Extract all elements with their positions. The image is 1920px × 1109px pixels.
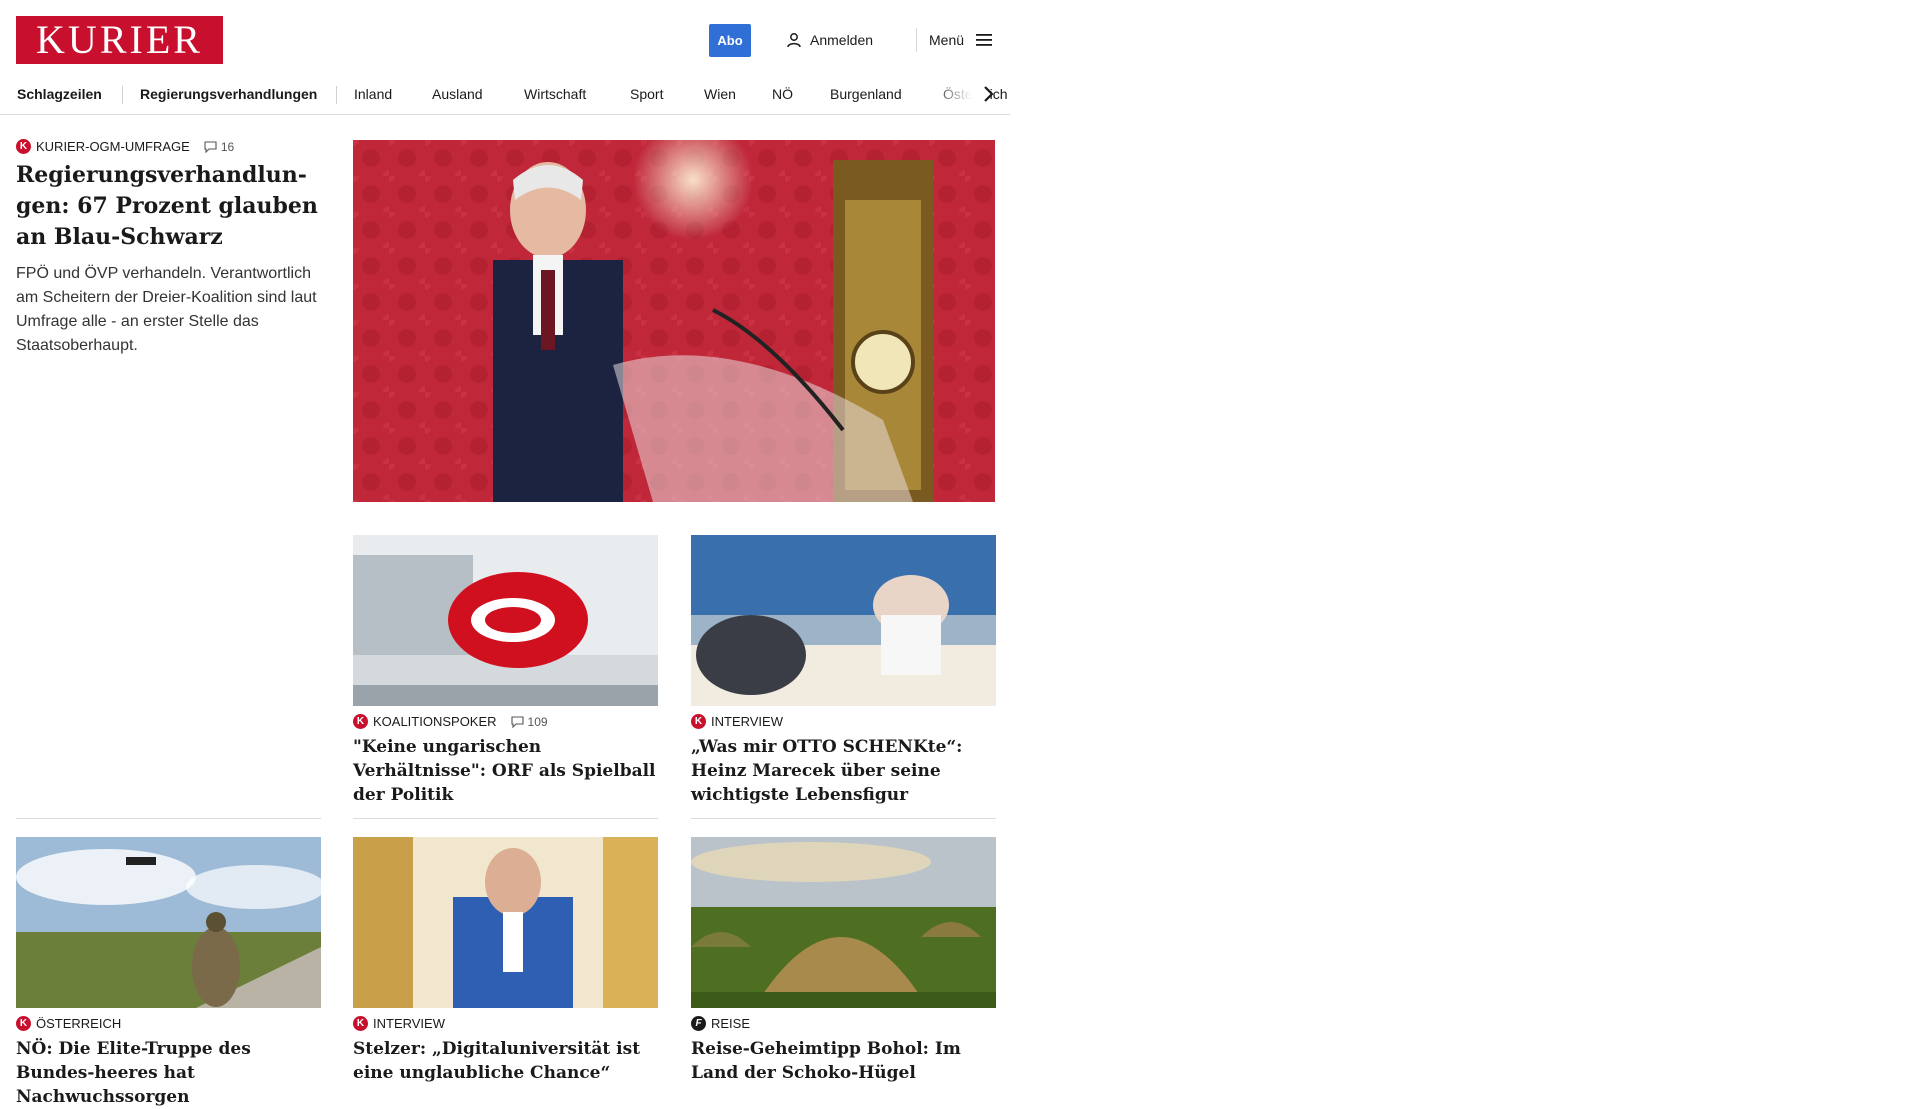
freizeit-badge-icon: f — [691, 1016, 706, 1031]
nav-item-regierungsverhandlungen[interactable]: Regierungsverhandlungen — [140, 74, 317, 114]
login-label: Anmelden — [810, 32, 874, 48]
card-headline[interactable]: NÖ: Die Elite-Truppe des Bundes-heeres h… — [16, 1037, 321, 1109]
nav-item-ausland[interactable]: Ausland — [432, 74, 483, 114]
nav-divider — [336, 86, 337, 104]
kurier-badge-icon: K — [353, 1016, 368, 1031]
row-divider — [691, 818, 996, 819]
nav-item-inland[interactable]: Inland — [354, 74, 392, 114]
nav-item-schlagzeilen[interactable]: Schlagzeilen — [17, 74, 102, 114]
nav-item-noe[interactable]: NÖ — [772, 74, 793, 114]
card-kicker: K KOALITIONSPOKER 109 — [353, 714, 658, 729]
card-image — [353, 535, 658, 706]
stelzer-photo — [353, 837, 658, 1008]
card-image — [691, 535, 996, 706]
soldier-photo — [16, 837, 321, 1008]
card-kicker-label: KOALITIONSPOKER — [373, 714, 497, 729]
header-divider — [916, 28, 917, 52]
card-kicker: f REISE — [691, 1016, 996, 1031]
user-icon — [787, 33, 801, 48]
section-navigation: Schlagzeilen Regierungsverhandlungen Inl… — [0, 74, 1010, 115]
menu-label: Menü — [929, 32, 965, 48]
lead-kicker-label: KURIER-OGM-UMFRAGE — [36, 139, 190, 154]
kurier-badge-icon: K — [16, 1016, 31, 1031]
menu-button[interactable]: Menü — [929, 28, 994, 52]
comment-count-value: 16 — [220, 139, 235, 154]
row-divider — [353, 818, 658, 819]
kurier-badge-icon: K — [691, 714, 706, 729]
nav-item-sport[interactable]: Sport — [630, 74, 663, 114]
card-kicker: K INTERVIEW — [353, 1016, 658, 1031]
chevron-right-icon[interactable] — [976, 82, 1000, 106]
comment-icon — [510, 715, 524, 728]
card-image — [353, 837, 658, 1008]
lead-headline[interactable]: Regierungsverhandlun-gen: 67 Prozent gla… — [16, 160, 322, 253]
nav-item-wirtschaft[interactable]: Wirtschaft — [524, 74, 586, 114]
orf-building-photo — [353, 535, 658, 706]
lead-kicker: K KURIER-OGM-UMFRAGE 16 — [16, 139, 322, 154]
nav-item-burgenland[interactable]: Burgenland — [830, 74, 902, 114]
article-card-bohol[interactable]: f REISE Reise-Geheimtipp Bohol: Im Land … — [691, 837, 996, 1085]
article-card-orf[interactable]: K KOALITIONSPOKER 109 "Keine ungarischen… — [353, 535, 658, 807]
login-button[interactable]: Anmelden — [786, 28, 873, 52]
comment-count[interactable]: 16 — [204, 140, 234, 154]
abo-button[interactable]: Abo — [709, 24, 751, 57]
card-headline[interactable]: „Was mir OTTO SCHENKte“: Heinz Marecek ü… — [691, 735, 996, 807]
card-image — [691, 837, 996, 1008]
comment-count[interactable]: 109 — [510, 714, 548, 729]
lead-article[interactable]: K KURIER-OGM-UMFRAGE 16 Regierungsverhan… — [16, 139, 322, 358]
card-kicker-label: ÖSTERREICH — [36, 1016, 122, 1031]
card-image — [16, 837, 321, 1008]
page: KURIER Abo Anmelden Menü Schlagzeilen Re… — [0, 0, 1010, 1107]
chocolate-hills-photo — [691, 837, 996, 1008]
article-card-stelzer[interactable]: K INTERVIEW Stelzer: „Digitaluniversität… — [353, 837, 658, 1085]
comment-icon — [204, 140, 217, 153]
card-headline[interactable]: Stelzer: „Digitaluniversität ist eine un… — [353, 1037, 658, 1085]
row-divider — [16, 818, 321, 819]
card-kicker: K INTERVIEW — [691, 714, 996, 729]
lead-teaser: FPÖ und ÖVP verhandeln. Verantwortlich a… — [16, 265, 317, 354]
marecek-photo — [691, 535, 996, 706]
card-kicker: K ÖSTERREICH — [16, 1016, 321, 1031]
kurier-badge-icon: K — [353, 714, 368, 729]
article-card-bundesheer[interactable]: K ÖSTERREICH NÖ: Die Elite-Truppe des Bu… — [16, 837, 321, 1109]
kurier-badge-icon: K — [16, 139, 31, 154]
card-headline[interactable]: "Keine ungarischen Verhältnisse": ORF al… — [353, 735, 658, 807]
hamburger-icon — [976, 34, 993, 46]
comment-count-value: 109 — [527, 714, 548, 729]
hero-photo — [353, 140, 995, 502]
card-kicker-label: REISE — [711, 1016, 751, 1031]
kurier-logo[interactable]: KURIER — [16, 16, 223, 64]
card-kicker-label: INTERVIEW — [373, 1016, 445, 1031]
article-card-marecek[interactable]: K INTERVIEW „Was mir OTTO SCHENKte“: Hei… — [691, 535, 996, 807]
nav-item-wien[interactable]: Wien — [704, 74, 736, 114]
nav-divider — [122, 86, 123, 104]
card-kicker-label: INTERVIEW — [711, 714, 783, 729]
card-headline[interactable]: Reise-Geheimtipp Bohol: Im Land der Scho… — [691, 1037, 996, 1085]
lead-hero-image[interactable] — [353, 140, 995, 502]
